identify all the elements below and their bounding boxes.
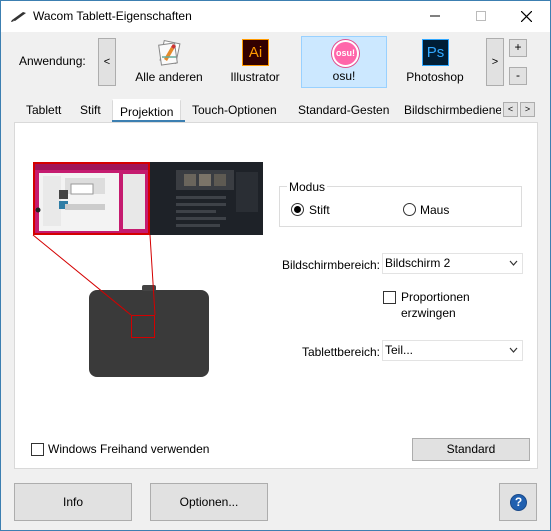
screen-area-value: Bildschirm 2 bbox=[385, 256, 451, 270]
help-button[interactable]: ? bbox=[499, 483, 537, 521]
windows-ink-checkbox[interactable] bbox=[31, 443, 44, 456]
screen-area-label: Bildschirmbereich: bbox=[281, 258, 380, 272]
app-tile-osu[interactable]: osu! osu! bbox=[301, 36, 387, 88]
tab-scroll-left-button[interactable]: < bbox=[503, 102, 518, 117]
tab-standard-gesten[interactable]: Standard-Gesten bbox=[298, 99, 389, 122]
screen-2-thumbnail bbox=[150, 162, 263, 235]
photoshop-icon: Ps bbox=[422, 39, 449, 66]
maximize-button[interactable] bbox=[458, 1, 503, 32]
mode-mouse-label: Maus bbox=[420, 203, 450, 217]
minimize-button[interactable] bbox=[412, 1, 457, 32]
options-button[interactable]: Optionen... bbox=[150, 483, 268, 521]
app-tile-all-others[interactable]: Alle anderen bbox=[126, 36, 212, 88]
app-tile-label: Illustrator bbox=[230, 70, 280, 84]
force-proportions-label-line1: Proportionen bbox=[401, 290, 470, 304]
screen-1-content-image bbox=[35, 164, 148, 231]
tablet-active-area[interactable] bbox=[131, 315, 155, 338]
tab-tablett[interactable]: Tablett bbox=[26, 99, 61, 122]
illustrator-icon-text: Ai bbox=[248, 44, 263, 61]
mode-group-title: Modus bbox=[287, 180, 328, 194]
force-proportions-label-line2: erzwingen bbox=[401, 306, 456, 320]
tab-scroll-right-button[interactable]: > bbox=[520, 102, 535, 117]
wacom-pen-icon bbox=[11, 12, 26, 22]
screen-area-dropdown[interactable]: Bildschirm 2 bbox=[382, 253, 523, 274]
mode-pen-label: Stift bbox=[309, 203, 330, 217]
force-proportions-checkbox[interactable] bbox=[383, 291, 396, 304]
help-icon: ? bbox=[510, 494, 527, 511]
chevron-down-icon bbox=[509, 341, 518, 367]
mode-mouse-radio[interactable] bbox=[403, 203, 416, 216]
projektion-panel: Modus Stift Maus Bildschirmbereich: Bild… bbox=[14, 122, 538, 469]
tab-strip: Tablett Stift Projektion Touch-Optionen … bbox=[14, 99, 538, 123]
screen-preview bbox=[33, 162, 263, 235]
tablet-area-value: Teil... bbox=[385, 343, 414, 357]
app-scroll-right-button[interactable]: > bbox=[486, 38, 504, 86]
tablet-area-dropdown[interactable]: Teil... bbox=[382, 340, 523, 361]
illustrator-icon: Ai bbox=[242, 39, 269, 66]
app-tile-label: osu! bbox=[332, 69, 356, 83]
remove-application-button[interactable]: - bbox=[509, 67, 527, 85]
photoshop-icon-text: Ps bbox=[426, 44, 445, 61]
window-title: Wacom Tablett-Eigenschaften bbox=[33, 9, 192, 23]
windows-ink-label: Windows Freihand verwenden bbox=[48, 442, 210, 456]
info-button[interactable]: Info bbox=[14, 483, 132, 521]
mode-pen-radio[interactable] bbox=[291, 203, 304, 216]
osu-icon: osu! bbox=[332, 40, 359, 67]
app-window: Wacom Tablett-Eigenschaften Anwendung: <… bbox=[0, 0, 551, 531]
close-icon bbox=[520, 10, 533, 23]
osu-icon-text: osu! bbox=[336, 48, 355, 58]
tab-bildschirmbedienelemente[interactable]: Bildschirmbediene bbox=[404, 99, 501, 122]
app-tile-illustrator[interactable]: Ai Illustrator bbox=[212, 36, 298, 88]
application-bar: Anwendung: < Alle anderen Ai Illustrator… bbox=[1, 32, 550, 92]
close-button[interactable] bbox=[504, 1, 549, 32]
tablet-area-label: Tablettbereich: bbox=[301, 345, 380, 359]
all-apps-icon bbox=[158, 39, 181, 66]
title-bar: Wacom Tablett-Eigenschaften bbox=[1, 1, 550, 32]
app-scroll-left-button[interactable]: < bbox=[98, 38, 116, 86]
app-tile-label: Alle anderen bbox=[135, 70, 203, 84]
app-tile-photoshop[interactable]: Ps Photoshop bbox=[392, 36, 478, 88]
chevron-down-icon bbox=[509, 254, 518, 280]
screen-2-content-image bbox=[150, 162, 263, 235]
maximize-icon bbox=[475, 11, 486, 21]
minimize-icon bbox=[429, 15, 440, 17]
tab-stift[interactable]: Stift bbox=[80, 99, 101, 122]
default-button[interactable]: Standard bbox=[412, 438, 530, 461]
application-label: Anwendung: bbox=[19, 54, 86, 68]
screen-1-thumbnail bbox=[33, 162, 150, 235]
add-application-button[interactable]: + bbox=[509, 39, 527, 57]
app-tile-label: Photoshop bbox=[406, 70, 464, 84]
tablet-button bbox=[142, 285, 156, 291]
tab-touch-optionen[interactable]: Touch-Optionen bbox=[192, 99, 277, 122]
